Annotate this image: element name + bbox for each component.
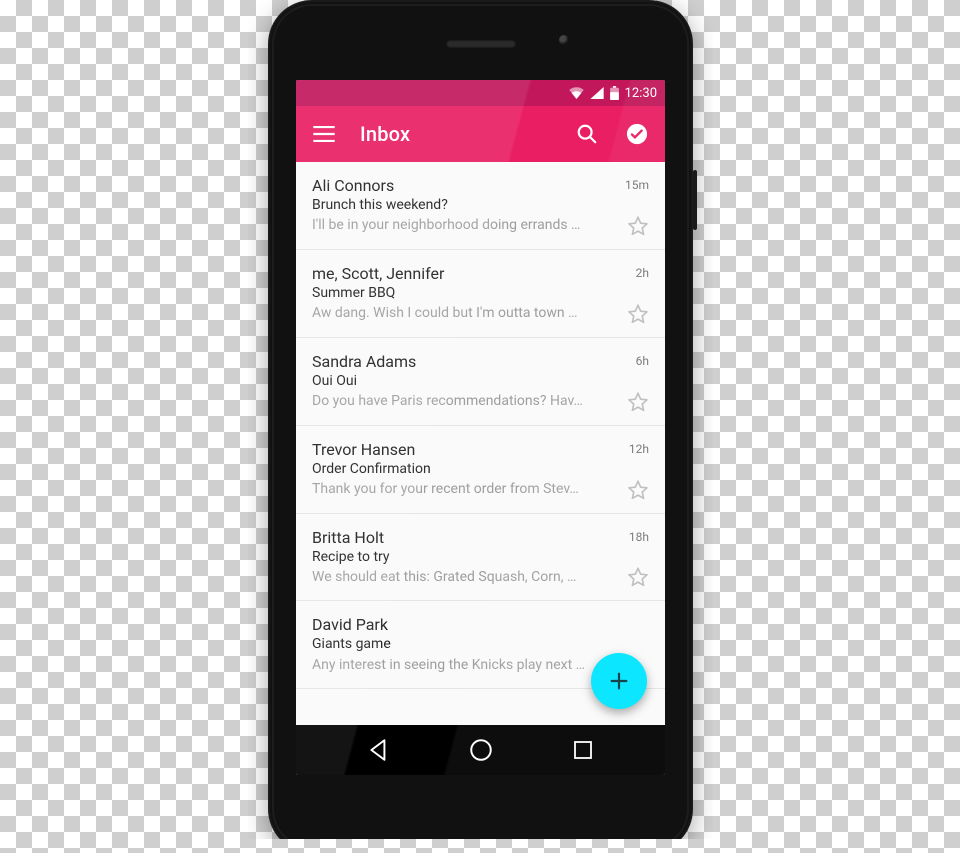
system-nav-bar xyxy=(296,725,665,775)
plus-icon xyxy=(608,670,630,692)
email-subject: Summer BBQ xyxy=(312,284,649,303)
email-subject: Oui Oui xyxy=(312,372,649,391)
power-button xyxy=(693,170,697,230)
star-button[interactable] xyxy=(627,391,649,413)
email-sender: Trevor Hansen xyxy=(312,440,617,460)
email-row[interactable]: me, Scott, Jennifer 2h Summer BBQ Aw dan… xyxy=(296,250,665,338)
nav-home-button[interactable] xyxy=(468,737,494,763)
select-mode-button[interactable] xyxy=(623,120,651,148)
email-preview: Do you have Paris recommendations? Hav… xyxy=(312,392,617,411)
email-time xyxy=(627,615,649,617)
wifi-icon xyxy=(569,87,584,99)
search-icon xyxy=(576,123,598,145)
screen: 12:30 Inbox xyxy=(296,80,665,775)
star-outline-icon xyxy=(627,215,649,237)
back-icon xyxy=(366,737,392,763)
email-preview: I'll be in your neighborhood doing erran… xyxy=(312,216,615,235)
email-time: 15m xyxy=(625,176,649,192)
email-sender: David Park xyxy=(312,615,617,635)
email-sender: Britta Holt xyxy=(312,528,617,548)
email-time: 12h xyxy=(627,440,649,456)
compose-fab[interactable] xyxy=(591,653,647,709)
email-time: 2h xyxy=(627,264,649,280)
speaker-slit xyxy=(446,40,516,48)
nav-recents-button[interactable] xyxy=(571,738,595,762)
star-outline-icon xyxy=(627,391,649,413)
email-sender: me, Scott, Jennifer xyxy=(312,264,617,284)
star-button[interactable] xyxy=(627,303,649,325)
check-circle-icon xyxy=(626,123,648,145)
star-button[interactable] xyxy=(627,215,649,237)
email-subject: Giants game xyxy=(312,635,649,654)
email-preview: Any interest in seeing the Knicks play n… xyxy=(312,656,617,675)
email-sender: Sandra Adams xyxy=(312,352,617,372)
star-button[interactable] xyxy=(627,566,649,588)
front-camera xyxy=(559,35,569,45)
app-bar: Inbox xyxy=(296,106,665,162)
phone-frame: 12:30 Inbox xyxy=(268,0,693,853)
email-time: 6h xyxy=(627,352,649,368)
email-row[interactable]: Trevor Hansen 12h Order Confirmation Tha… xyxy=(296,426,665,514)
star-outline-icon xyxy=(627,303,649,325)
email-subject: Recipe to try xyxy=(312,548,649,567)
hamburger-icon xyxy=(313,126,335,142)
nav-back-button[interactable] xyxy=(366,737,392,763)
email-row[interactable]: Britta Holt 18h Recipe to try We should … xyxy=(296,514,665,602)
recents-icon xyxy=(571,738,595,762)
status-time: 12:30 xyxy=(625,86,657,101)
email-preview: Thank you for your recent order from Ste… xyxy=(312,480,617,499)
email-subject: Order Confirmation xyxy=(312,460,649,479)
battery-icon xyxy=(610,86,619,100)
email-row[interactable]: Ali Connors 15m Brunch this weekend? I'l… xyxy=(296,162,665,250)
email-row[interactable]: Sandra Adams 6h Oui Oui Do you have Pari… xyxy=(296,338,665,426)
email-preview: Aw dang. Wish I could but I'm outta town… xyxy=(312,304,617,323)
app-title: Inbox xyxy=(360,122,551,146)
email-preview: We should eat this: Grated Squash, Corn,… xyxy=(312,568,617,587)
star-button[interactable] xyxy=(627,479,649,501)
email-list[interactable]: Ali Connors 15m Brunch this weekend? I'l… xyxy=(296,162,665,725)
cellular-icon xyxy=(590,87,604,99)
search-button[interactable] xyxy=(573,120,601,148)
home-icon xyxy=(468,737,494,763)
email-subject: Brunch this weekend? xyxy=(312,196,649,215)
star-outline-icon xyxy=(627,479,649,501)
menu-button[interactable] xyxy=(310,120,338,148)
star-outline-icon xyxy=(627,566,649,588)
email-sender: Ali Connors xyxy=(312,176,615,196)
status-bar: 12:30 xyxy=(296,80,665,106)
email-time: 18h xyxy=(627,528,649,544)
